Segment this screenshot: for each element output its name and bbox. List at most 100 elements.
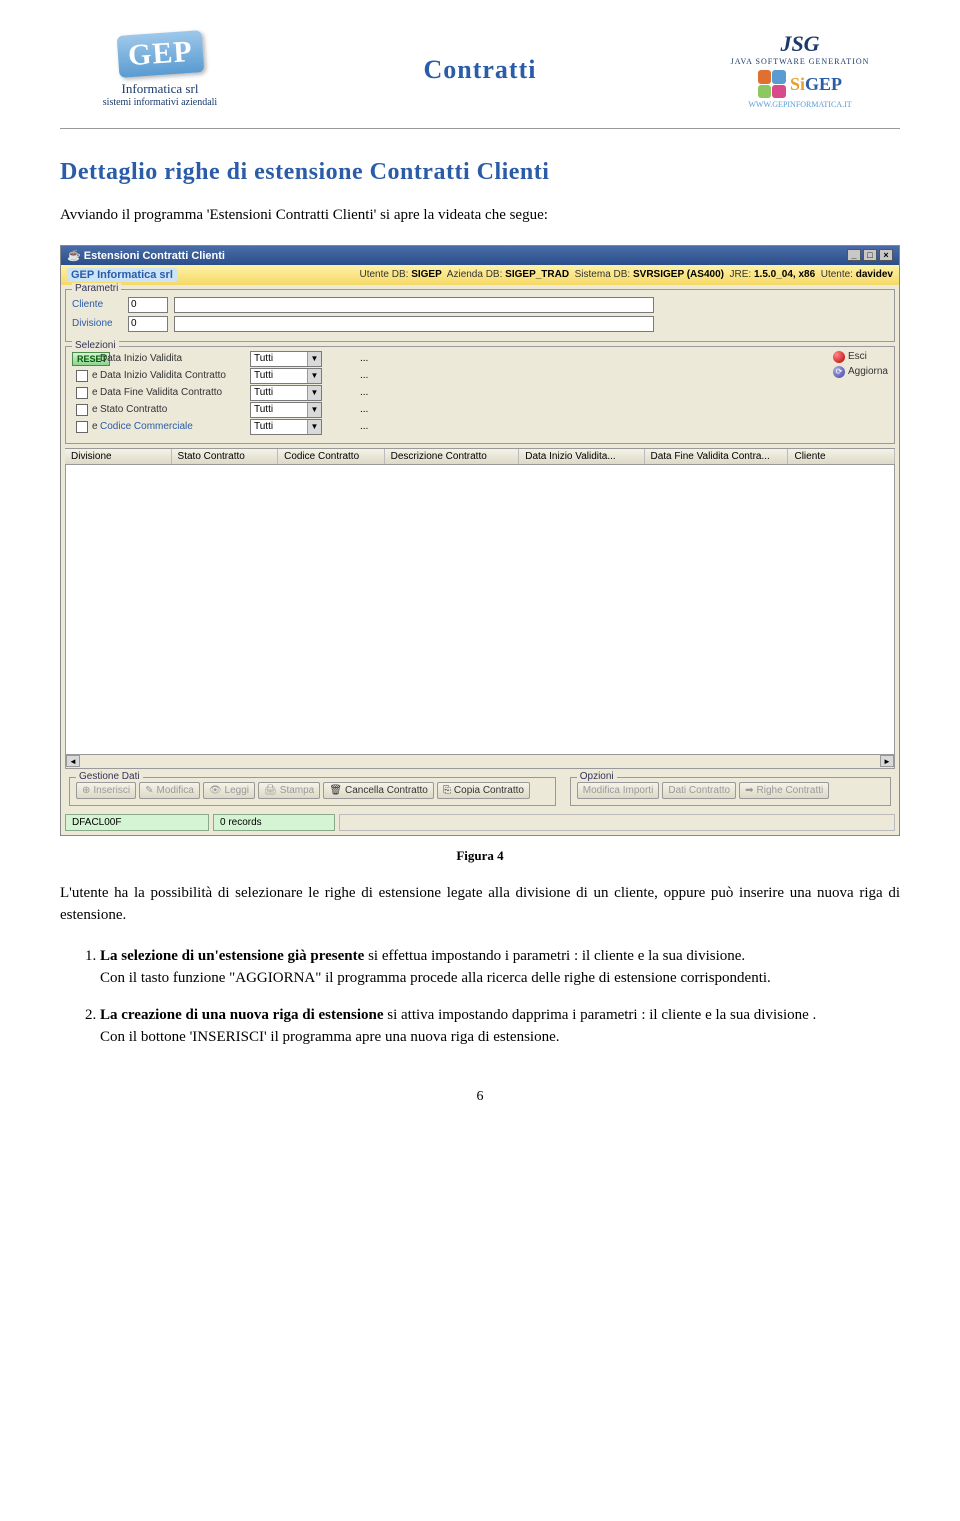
hex-icon bbox=[758, 70, 786, 98]
col-header[interactable]: Codice Contratto bbox=[278, 449, 385, 464]
scroll-left-icon[interactable]: ◄ bbox=[66, 755, 80, 767]
window-buttons: _ □ × bbox=[847, 249, 893, 261]
lbl: JRE: bbox=[730, 269, 752, 280]
lbl: Sistema DB: bbox=[575, 269, 631, 280]
dots: ... bbox=[330, 353, 848, 364]
opzioni-legend: Opzioni bbox=[577, 771, 617, 782]
infobar-brand: GEP Informatica srl bbox=[67, 268, 177, 282]
item2-bold: La creazione di una nuova riga di estens… bbox=[100, 1007, 384, 1023]
sel-name: Data Fine Validita Contratto bbox=[100, 387, 250, 398]
checkbox[interactable] bbox=[76, 421, 88, 433]
parametri-fieldset: Parametri Cliente 0 Divisione 0 bbox=[65, 289, 895, 342]
minimize-icon[interactable]: _ bbox=[847, 249, 861, 261]
selezioni-legend: Selezioni bbox=[72, 340, 119, 351]
checkbox[interactable] bbox=[76, 370, 88, 382]
sel-combo[interactable]: Tutti▼ bbox=[250, 385, 322, 401]
esci-button[interactable]: Esci bbox=[833, 351, 888, 363]
cliente-input[interactable]: 0 bbox=[128, 297, 168, 313]
aggiorna-button[interactable]: ⟳Aggiorna bbox=[833, 366, 888, 378]
list-item: La selezione di un'estensione già presen… bbox=[100, 945, 900, 990]
item2-text: si attiva impostando dapprima i parametr… bbox=[384, 1007, 817, 1023]
figure-caption: Figura 4 bbox=[60, 848, 900, 864]
dots: ... bbox=[330, 404, 848, 415]
gep-logo: GEP bbox=[116, 30, 203, 78]
close-icon[interactable]: × bbox=[879, 249, 893, 261]
grid-body[interactable] bbox=[65, 465, 895, 755]
stampa-button[interactable]: 🖨 Stampa bbox=[258, 782, 320, 799]
lbl: Azienda DB: bbox=[447, 269, 503, 280]
cliente-label: Cliente bbox=[72, 299, 122, 310]
status-bar: DFACL00F 0 records bbox=[65, 814, 895, 831]
copia-contratto-button[interactable]: ⎘ Copia Contratto bbox=[437, 782, 530, 799]
lbl: Utente DB: bbox=[360, 269, 409, 280]
lbl: Utente: bbox=[821, 269, 853, 280]
col-header[interactable]: Cliente bbox=[788, 449, 895, 464]
h-scrollbar[interactable]: ◄ ► bbox=[65, 755, 895, 769]
righe-contratti-button[interactable]: ➡ Righe Contratti bbox=[739, 782, 829, 799]
logo-left: GEP Informatica srl sistemi informativi … bbox=[60, 20, 260, 120]
sel-name: Stato Contratto bbox=[100, 404, 250, 415]
e-label: e bbox=[88, 370, 98, 381]
scroll-right-icon[interactable]: ► bbox=[880, 755, 894, 767]
jsg-sub: JAVA SOFTWARE GENERATION bbox=[731, 57, 870, 66]
logo-right: JSG JAVA SOFTWARE GENERATION SiGEP WWW.G… bbox=[700, 20, 900, 120]
grid-columns: Divisione Stato Contratto Codice Contrat… bbox=[65, 448, 895, 465]
status-records: 0 records bbox=[213, 814, 335, 831]
item1-cont: Con il tasto funzione "AGGIORNA" il prog… bbox=[100, 970, 771, 986]
divisione-desc-input[interactable] bbox=[174, 316, 654, 332]
chevron-down-icon: ▼ bbox=[307, 352, 321, 366]
gestione-dati-fieldset: Gestione Dati ⊕ Inserisci ✎ Modifica 👁 L… bbox=[69, 777, 556, 806]
gestione-dati-legend: Gestione Dati bbox=[76, 771, 143, 782]
e-label: e bbox=[88, 387, 98, 398]
maximize-icon[interactable]: □ bbox=[863, 249, 877, 261]
dots: ... bbox=[330, 421, 848, 432]
parametri-legend: Parametri bbox=[72, 283, 121, 294]
cancella-contratto-button[interactable]: 🗑 Cancella Contratto bbox=[323, 782, 434, 799]
intro-paragraph: Avviando il programma 'Estensioni Contra… bbox=[60, 204, 900, 227]
gep-sub2: sistemi informativi aziendali bbox=[103, 97, 217, 108]
sel-combo[interactable]: Tutti▼ bbox=[250, 402, 322, 418]
col-header[interactable]: Descrizione Contratto bbox=[385, 449, 520, 464]
item2-cont: Con il bottone 'INSERISCI' il programma … bbox=[100, 1029, 560, 1045]
sel-combo[interactable]: Tutti▼ bbox=[250, 351, 322, 367]
divisione-input[interactable]: 0 bbox=[128, 316, 168, 332]
para-after-figure: L'utente ha la possibilità di selezionar… bbox=[60, 882, 900, 927]
esci-label: Esci bbox=[848, 351, 867, 362]
modifica-importi-button[interactable]: Modifica Importi bbox=[577, 782, 660, 799]
checkbox[interactable] bbox=[76, 387, 88, 399]
sigep-url: WWW.GEPINFORMATICA.IT bbox=[748, 100, 851, 109]
app-screenshot: ☕ Estensioni Contratti Clienti _ □ × GEP… bbox=[60, 245, 900, 836]
divisione-label: Divisione bbox=[72, 318, 122, 329]
col-header[interactable]: Data Fine Validita Contra... bbox=[645, 449, 789, 464]
item1-bold: La selezione di un'estensione già presen… bbox=[100, 948, 364, 964]
sel-combo[interactable]: Tutti▼ bbox=[250, 419, 322, 435]
sigep-logo: SiGEP bbox=[758, 70, 842, 98]
col-header[interactable]: Divisione bbox=[65, 449, 172, 464]
modifica-button[interactable]: ✎ Modifica bbox=[139, 782, 200, 799]
opzioni-fieldset: Opzioni Modifica Importi Dati Contratto … bbox=[570, 777, 891, 806]
dots: ... bbox=[330, 387, 848, 398]
doc-title: Contratti bbox=[260, 55, 700, 85]
col-header[interactable]: Data Inizio Validita... bbox=[519, 449, 644, 464]
col-header[interactable]: Stato Contratto bbox=[172, 449, 279, 464]
leggi-button[interactable]: 👁 Leggi bbox=[203, 782, 255, 799]
sel-name: Codice Commerciale bbox=[100, 421, 250, 432]
page-header: GEP Informatica srl sistemi informativi … bbox=[60, 20, 900, 129]
cliente-desc-input[interactable] bbox=[174, 297, 654, 313]
sel-name: Data Inizio Validita Contratto bbox=[100, 370, 250, 381]
checkbox[interactable] bbox=[76, 404, 88, 416]
e-label: e bbox=[88, 404, 98, 415]
dots: ... bbox=[330, 370, 848, 381]
jsg-logo: JSG bbox=[780, 31, 819, 57]
val: SIGEP bbox=[411, 269, 442, 280]
e-label: e bbox=[88, 421, 98, 432]
sel-combo[interactable]: Tutti▼ bbox=[250, 368, 322, 384]
page-number: 6 bbox=[60, 1089, 900, 1105]
selezioni-fieldset: Selezioni Esci ⟳Aggiorna RESET Data Iniz… bbox=[65, 346, 895, 444]
status-prog: DFACL00F bbox=[65, 814, 209, 831]
inserisci-button[interactable]: ⊕ Inserisci bbox=[76, 782, 136, 799]
dati-contratto-button[interactable]: Dati Contratto bbox=[662, 782, 736, 799]
titlebar: ☕ Estensioni Contratti Clienti _ □ × bbox=[61, 246, 899, 265]
item1-text: si effettua impostando i parametri : il … bbox=[364, 948, 745, 964]
window-title: Estensioni Contratti Clienti bbox=[84, 250, 225, 262]
